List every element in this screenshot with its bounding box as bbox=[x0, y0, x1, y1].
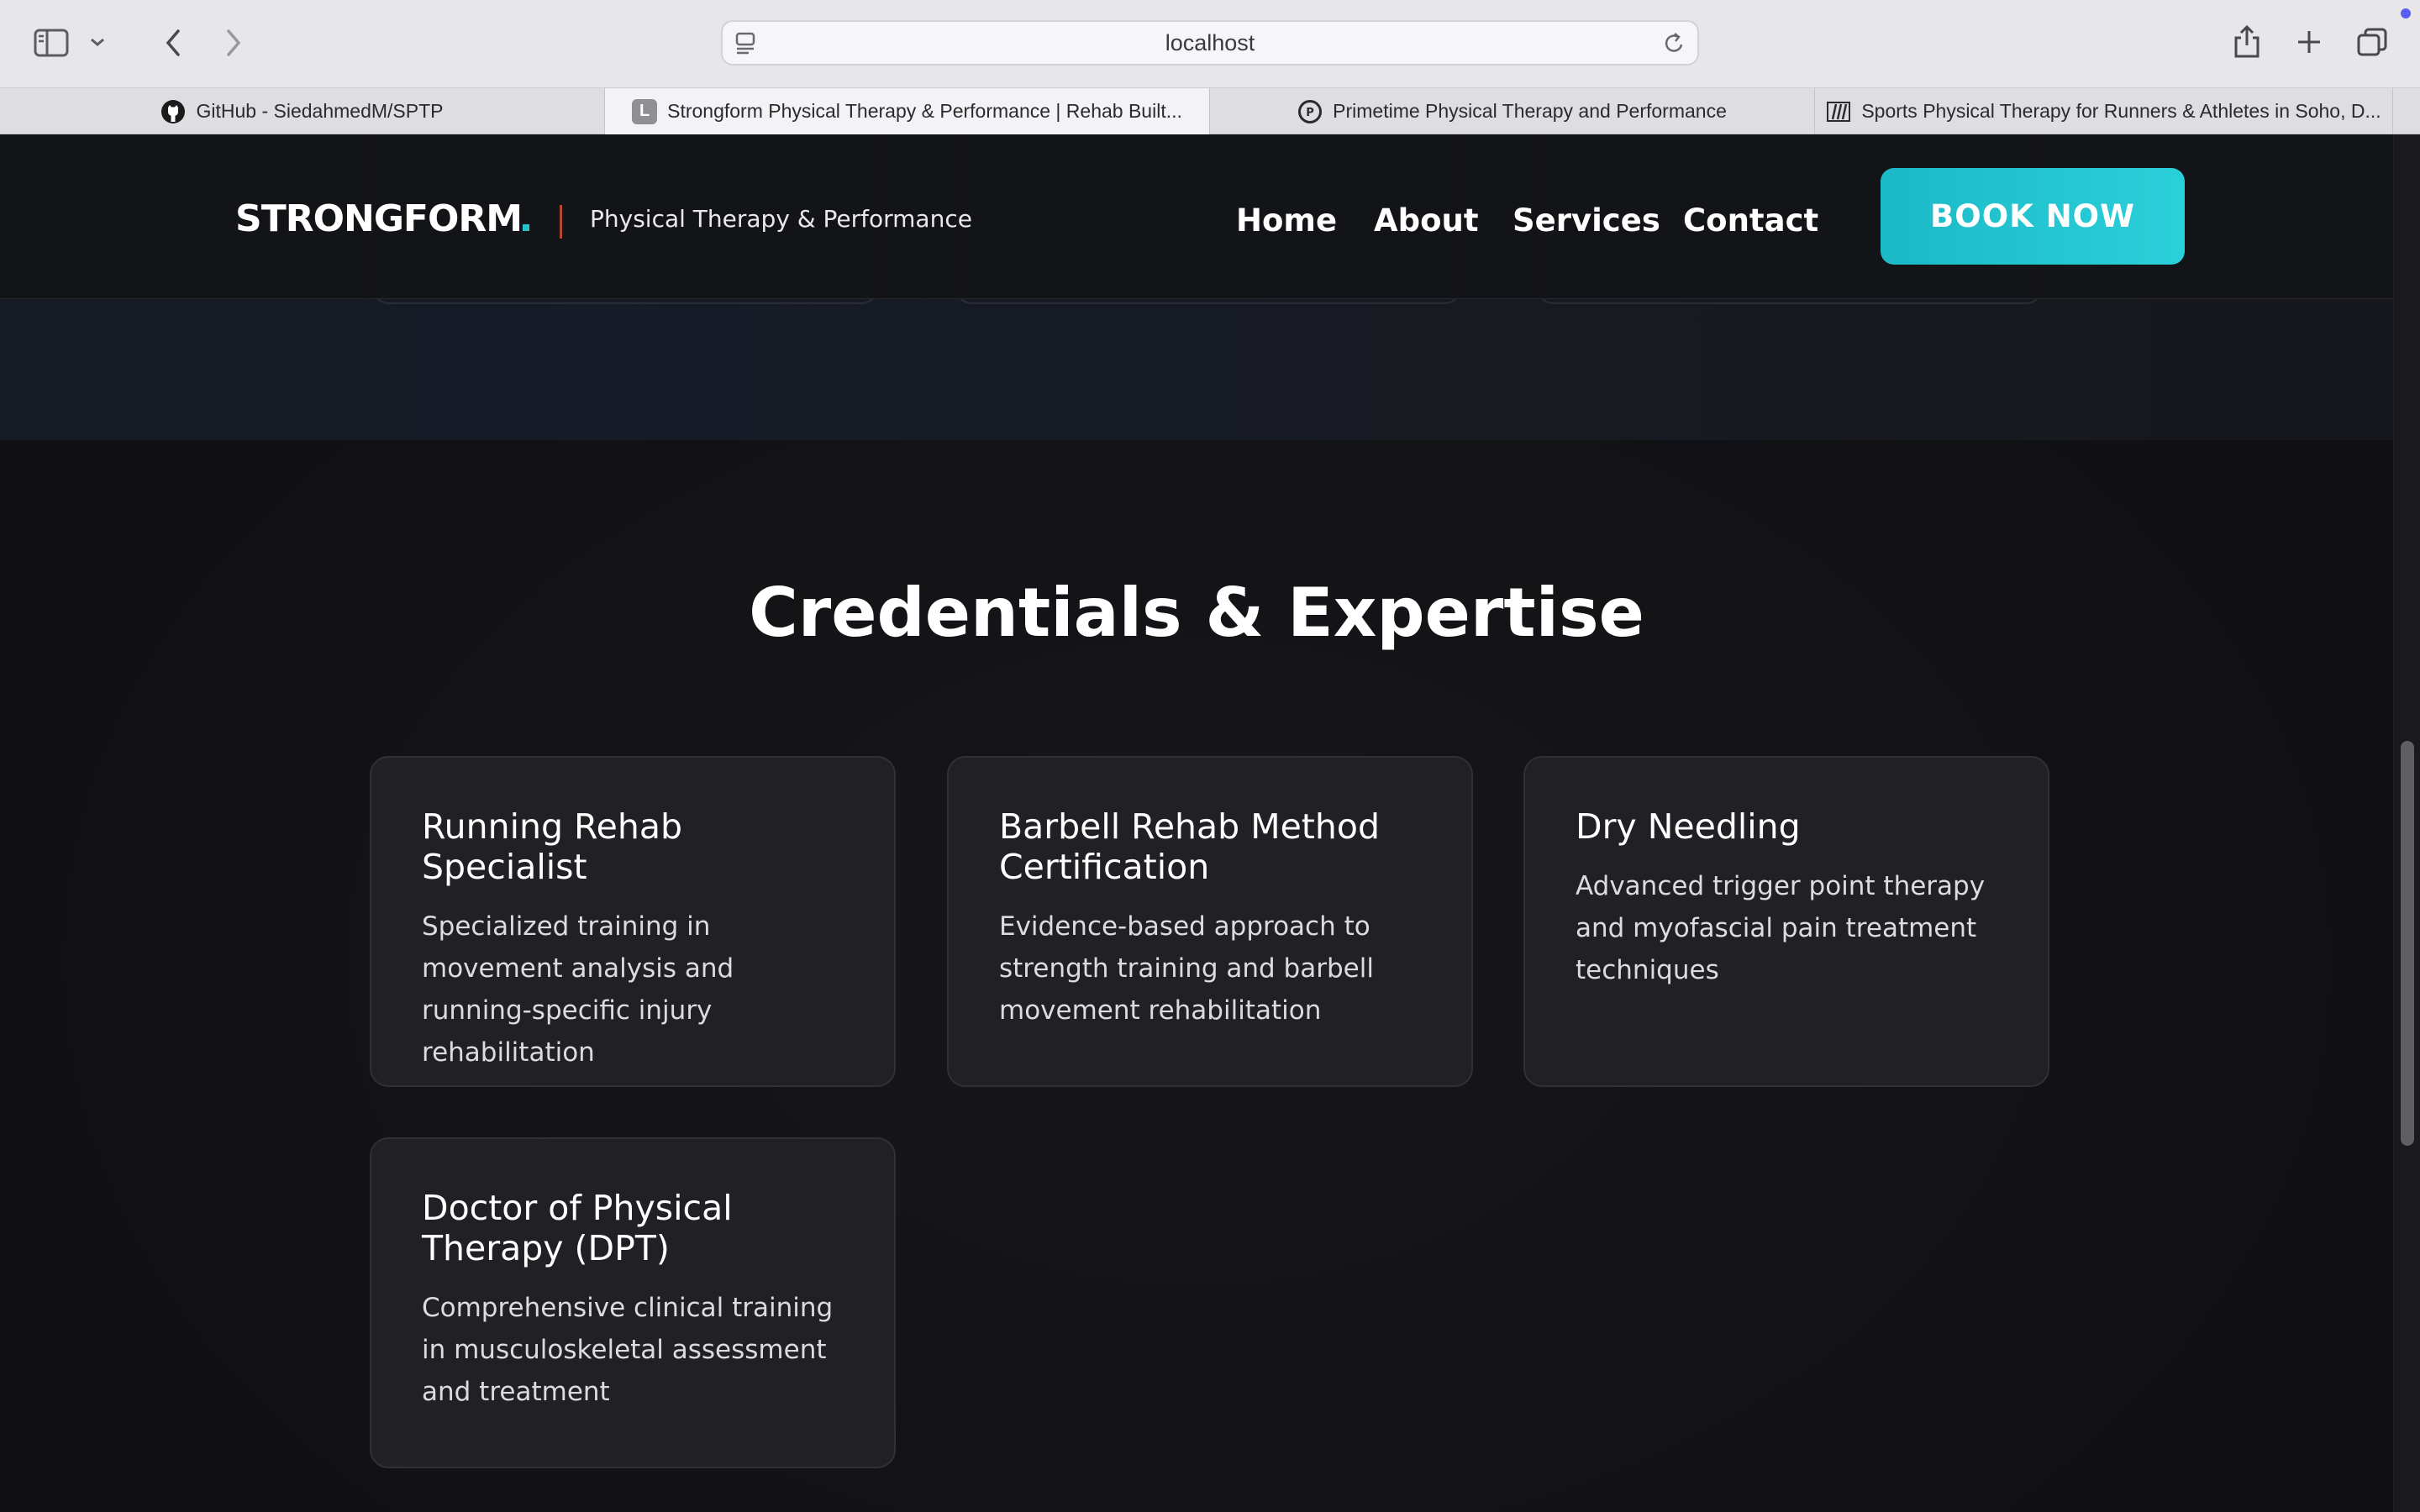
book-now-button[interactable]: BOOK NOW bbox=[1881, 168, 2185, 265]
credential-card-title: Doctor of Physical Therapy (DPT) bbox=[422, 1188, 733, 1268]
back-icon bbox=[166, 29, 180, 56]
scrollbar-thumb[interactable] bbox=[2401, 741, 2414, 1146]
site-logo[interactable]: STRONGFORM bbox=[235, 197, 530, 242]
nav-link-services[interactable]: Services bbox=[1512, 200, 1660, 242]
nav-link-contact[interactable]: Contact bbox=[1683, 200, 1818, 242]
credential-card-description: Advanced trigger point therapy and myofa… bbox=[1576, 871, 1986, 985]
share-icon bbox=[2234, 24, 2260, 58]
browser-toolbar: localhost bbox=[0, 0, 2420, 87]
credential-card: Dry Needling Advanced trigger point ther… bbox=[1523, 756, 2049, 1087]
new-tab-icon bbox=[2298, 31, 2320, 53]
tab-title: Primetime Physical Therapy and Performan… bbox=[1333, 100, 1727, 122]
github-icon bbox=[160, 99, 186, 124]
credentials-title: Credentials & Expertise bbox=[749, 574, 1644, 652]
address-bar[interactable]: localhost bbox=[721, 20, 1699, 66]
back-button[interactable] bbox=[160, 25, 187, 60]
tab-overview-button[interactable] bbox=[2354, 25, 2390, 59]
tab-title: GitHub - SiedahmedM/SPTP bbox=[196, 100, 444, 122]
share-button[interactable] bbox=[2230, 22, 2264, 62]
svg-text:P: P bbox=[1306, 107, 1314, 119]
chevron-down-icon bbox=[91, 38, 104, 46]
sidebar-toggle-button[interactable] bbox=[32, 25, 71, 60]
forward-button[interactable] bbox=[220, 25, 247, 60]
tab-sports-pt[interactable]: Sports Physical Therapy for Runners & At… bbox=[1815, 88, 2393, 134]
tab-bar: GitHub - SiedahmedM/SPTP L Strongform Ph… bbox=[0, 87, 2420, 134]
tab-strongform[interactable]: L Strongform Physical Therapy & Performa… bbox=[605, 88, 1210, 134]
credential-card-description: Evidence-based approach to strength trai… bbox=[999, 911, 1374, 1026]
credential-card-title: Running Rehab Specialist bbox=[422, 806, 683, 887]
nav-link-home[interactable]: Home bbox=[1236, 200, 1337, 242]
new-tab-button[interactable] bbox=[2294, 25, 2324, 59]
page-viewport: STRONGFORM Physical Therapy & Performanc… bbox=[0, 134, 2393, 1512]
sidebar-menu-button[interactable] bbox=[87, 32, 108, 52]
site-header: STRONGFORM Physical Therapy & Performanc… bbox=[0, 134, 2393, 299]
tab-primetime[interactable]: P Primetime Physical Therapy and Perform… bbox=[1210, 88, 1815, 134]
address-text: localhost bbox=[1165, 30, 1255, 55]
tab-overview-icon bbox=[2357, 28, 2387, 56]
credential-card: Doctor of Physical Therapy (DPT) Compreh… bbox=[370, 1137, 896, 1468]
page-scrollbar[interactable] bbox=[2393, 134, 2420, 1512]
primetime-icon: P bbox=[1297, 99, 1323, 124]
credential-card-description: Comprehensive clinical training in muscu… bbox=[422, 1293, 834, 1407]
credential-card: Barbell Rehab Method Certification Evide… bbox=[947, 756, 1473, 1087]
tab-title: Strongform Physical Therapy & Performanc… bbox=[667, 100, 1182, 122]
logo-accent-dot bbox=[523, 224, 530, 231]
credential-card: Running Rehab Specialist Specialized tra… bbox=[370, 756, 896, 1087]
logo-divider bbox=[560, 205, 562, 239]
credential-card-description: Specialized training in movement analysi… bbox=[422, 911, 734, 1068]
tab-github[interactable]: GitHub - SiedahmedM/SPTP bbox=[0, 88, 605, 134]
sports-pt-icon bbox=[1826, 99, 1851, 124]
reload-icon[interactable] bbox=[1664, 32, 1686, 59]
credential-card-title: Barbell Rehab Method Certification bbox=[999, 806, 1380, 887]
sidebar-icon bbox=[34, 29, 69, 57]
credential-card-title: Dry Needling bbox=[1576, 806, 1801, 847]
notification-dot bbox=[2401, 8, 2411, 18]
nav-link-about[interactable]: About bbox=[1374, 200, 1479, 242]
letter-favicon-icon: L bbox=[632, 98, 658, 124]
tab-title: Sports Physical Therapy for Runners & At… bbox=[1861, 100, 2381, 122]
site-tagline: Physical Therapy & Performance bbox=[590, 205, 972, 233]
forward-icon bbox=[227, 29, 241, 56]
